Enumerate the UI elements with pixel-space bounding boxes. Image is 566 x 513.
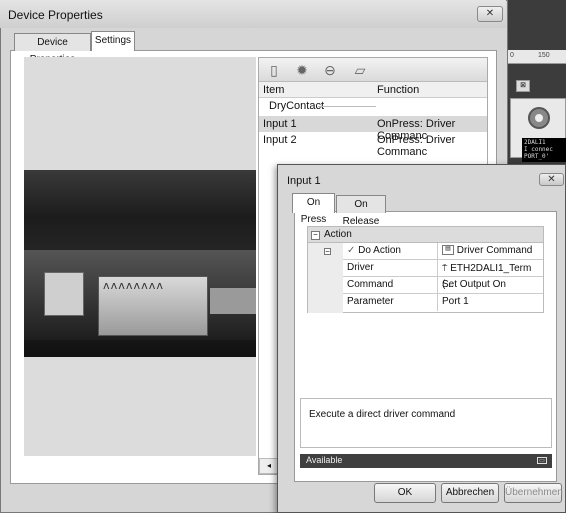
cancel-button[interactable]: Abbrechen: [441, 483, 499, 503]
column-header-function[interactable]: Function: [377, 84, 419, 96]
section-label: Action: [324, 229, 352, 240]
keyboard-icon: ▭: [537, 457, 547, 464]
background-ruler: 0 150: [508, 50, 566, 64]
tab-on-press[interactable]: On Press: [292, 193, 335, 225]
terminal-line: PORT_0': [524, 153, 550, 160]
status-bar: Available: [300, 454, 552, 468]
list-row[interactable]: Input 2 OnPress: Driver Commanc: [259, 132, 487, 158]
group-label: DryContact: [269, 100, 325, 112]
property-value[interactable]: ▤ Driver Command: [438, 243, 543, 260]
terminal-line: 2DALI1: [524, 139, 546, 146]
device-photo-strip: [210, 288, 256, 314]
list-toolbar: ▯ ✹ ⊖ ▱: [259, 58, 487, 82]
terminal-connector-image: ʌʌʌʌʌʌʌʌ: [98, 276, 208, 336]
tab-on-release[interactable]: On Release: [336, 195, 386, 227]
ruler-label: 150: [538, 52, 550, 59]
property-name-driver[interactable]: Driver: [343, 260, 438, 277]
background-tile: ⊠: [516, 80, 530, 92]
property-name-command[interactable]: Command: [343, 277, 438, 294]
group-divider: [318, 106, 376, 107]
property-name-do-action: Do Action: [358, 245, 401, 256]
property-value-parameter[interactable]: Port 1: [438, 294, 543, 311]
description-box: Execute a direct driver command: [300, 398, 552, 448]
row-item: Input 2: [263, 134, 297, 146]
background-knob-icon: [528, 107, 550, 129]
property-name-parameter[interactable]: Parameter: [343, 294, 438, 311]
window-title: Device Properties: [8, 8, 103, 22]
gear-icon[interactable]: ✹: [293, 61, 311, 79]
property-name[interactable]: ✓ Do Action: [343, 243, 438, 260]
apply-button[interactable]: Übernehmen: [504, 483, 563, 503]
ruler-label: 0: [510, 52, 514, 59]
property-section-action[interactable]: − Action: [308, 227, 543, 243]
list-header: Item Function: [259, 82, 487, 98]
close-icon[interactable]: ✕: [477, 6, 503, 22]
dialog-title: Input 1: [287, 175, 321, 187]
network-icon: ⍑: [442, 263, 448, 273]
page-icon[interactable]: ▯: [265, 61, 283, 79]
row-function: OnPress: Driver Commanc: [377, 134, 456, 158]
terminal-line: I connec: [524, 146, 553, 153]
remove-icon[interactable]: ⊖: [321, 61, 339, 79]
ok-button[interactable]: OK: [374, 483, 436, 503]
row-item: Input 1: [263, 118, 297, 130]
command-icon: ▤: [442, 245, 454, 256]
device-photo-block: [44, 272, 84, 316]
folder-icon[interactable]: ▱: [351, 61, 369, 79]
close-icon[interactable]: ✕: [539, 173, 564, 186]
tab-device-properties[interactable]: Device Properties: [14, 33, 91, 65]
tab-settings[interactable]: Settings: [91, 31, 135, 51]
column-header-item[interactable]: Item: [263, 84, 284, 96]
scroll-left-button[interactable]: ◂: [259, 458, 279, 474]
property-value[interactable]: ⍑ ETH2DALI1_Term (...: [438, 260, 543, 290]
collapse-icon[interactable]: −: [324, 248, 331, 256]
background-terminal: 2DALI1 I connec PORT_0': [522, 138, 566, 162]
checkmark-icon: ✓: [347, 245, 356, 256]
property-value-command[interactable]: Set Output On: [438, 277, 543, 294]
collapse-icon[interactable]: −: [311, 231, 320, 240]
list-row[interactable]: Input 1 OnPress: Driver Commanc: [259, 116, 487, 142]
property-value-do-action: Driver Command: [456, 245, 533, 256]
